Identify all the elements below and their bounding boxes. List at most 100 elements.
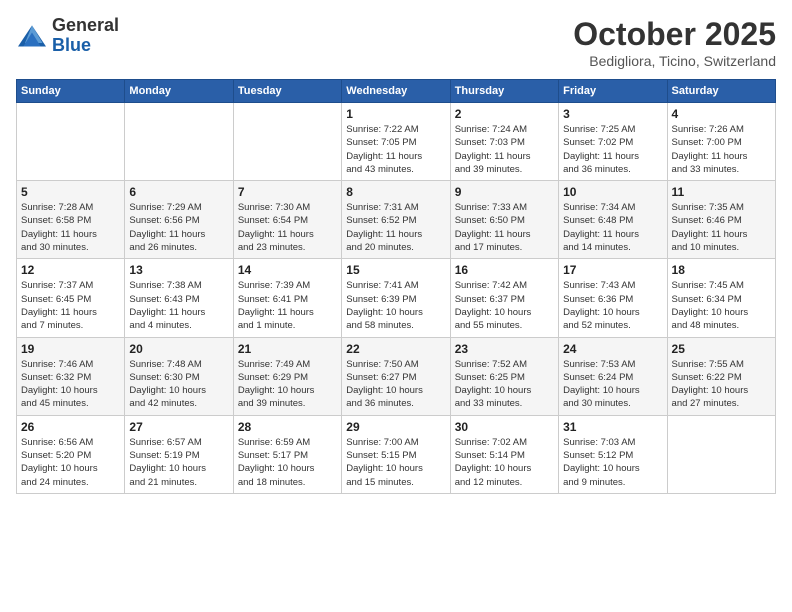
day-info: Sunrise: 7:48 AM Sunset: 6:30 PM Dayligh… [129, 358, 228, 411]
day-number: 28 [238, 420, 337, 434]
day-info: Sunrise: 7:33 AM Sunset: 6:50 PM Dayligh… [455, 201, 554, 254]
day-info: Sunrise: 7:30 AM Sunset: 6:54 PM Dayligh… [238, 201, 337, 254]
week-row-1: 1Sunrise: 7:22 AM Sunset: 7:05 PM Daylig… [17, 103, 776, 181]
day-info: Sunrise: 7:02 AM Sunset: 5:14 PM Dayligh… [455, 436, 554, 489]
day-info: Sunrise: 7:26 AM Sunset: 7:00 PM Dayligh… [672, 123, 771, 176]
day-info: Sunrise: 7:29 AM Sunset: 6:56 PM Dayligh… [129, 201, 228, 254]
day-number: 7 [238, 185, 337, 199]
calendar-cell: 27 Sunrise: 6:57 AM Sunset: 5:19 PM Dayli… [125, 415, 233, 493]
calendar-cell: 30 Sunrise: 7:02 AM Sunset: 5:14 PM Dayli… [450, 415, 558, 493]
day-info: Sunrise: 7:42 AM Sunset: 6:37 PM Dayligh… [455, 279, 554, 332]
day-number: 18 [672, 263, 771, 277]
weekday-header-wednesday: Wednesday [342, 80, 450, 103]
calendar-cell: 5 Sunrise: 7:28 AM Sunset: 6:58 PM Daylig… [17, 181, 125, 259]
logo-text: General Blue [52, 16, 119, 56]
calendar-cell: 24 Sunrise: 7:53 AM Sunset: 6:24 PM Dayli… [559, 337, 667, 415]
day-number: 31 [563, 420, 662, 434]
calendar-cell: 16Sunrise: 7:42 AM Sunset: 6:37 PM Dayli… [450, 259, 558, 337]
calendar-cell: 6 Sunrise: 7:29 AM Sunset: 6:56 PM Daylig… [125, 181, 233, 259]
calendar-cell: 10Sunrise: 7:34 AM Sunset: 6:48 PM Dayli… [559, 181, 667, 259]
weekday-header-thursday: Thursday [450, 80, 558, 103]
day-info: Sunrise: 6:56 AM Sunset: 5:20 PM Dayligh… [21, 436, 120, 489]
calendar-cell: 1Sunrise: 7:22 AM Sunset: 7:05 PM Daylig… [342, 103, 450, 181]
day-number: 8 [346, 185, 445, 199]
day-number: 13 [129, 263, 228, 277]
day-number: 21 [238, 342, 337, 356]
day-number: 14 [238, 263, 337, 277]
calendar-cell: 3Sunrise: 7:25 AM Sunset: 7:02 PM Daylig… [559, 103, 667, 181]
day-number: 24 [563, 342, 662, 356]
calendar-cell: 19Sunrise: 7:46 AM Sunset: 6:32 PM Dayli… [17, 337, 125, 415]
calendar-cell: 15 Sunrise: 7:41 AM Sunset: 6:39 PM Dayli… [342, 259, 450, 337]
calendar-cell: 2Sunrise: 7:24 AM Sunset: 7:03 PM Daylig… [450, 103, 558, 181]
day-number: 20 [129, 342, 228, 356]
day-info: Sunrise: 7:34 AM Sunset: 6:48 PM Dayligh… [563, 201, 662, 254]
calendar-cell: 25 Sunrise: 7:55 AM Sunset: 6:22 PM Dayli… [667, 337, 775, 415]
calendar-cell [125, 103, 233, 181]
day-info: Sunrise: 7:43 AM Sunset: 6:36 PM Dayligh… [563, 279, 662, 332]
day-number: 4 [672, 107, 771, 121]
day-info: Sunrise: 7:37 AM Sunset: 6:45 PM Dayligh… [21, 279, 120, 332]
day-info: Sunrise: 7:25 AM Sunset: 7:02 PM Dayligh… [563, 123, 662, 176]
calendar-cell [17, 103, 125, 181]
day-info: Sunrise: 7:28 AM Sunset: 6:58 PM Dayligh… [21, 201, 120, 254]
calendar-cell [233, 103, 341, 181]
day-info: Sunrise: 6:59 AM Sunset: 5:17 PM Dayligh… [238, 436, 337, 489]
weekday-header-sunday: Sunday [17, 80, 125, 103]
logo-icon [16, 22, 48, 50]
calendar-cell: 28 Sunrise: 6:59 AM Sunset: 5:17 PM Dayli… [233, 415, 341, 493]
day-info: Sunrise: 7:39 AM Sunset: 6:41 PM Dayligh… [238, 279, 337, 332]
day-number: 15 [346, 263, 445, 277]
logo-blue-text: Blue [52, 35, 91, 55]
day-number: 29 [346, 420, 445, 434]
day-number: 19 [21, 342, 120, 356]
weekday-row: SundayMondayTuesdayWednesdayThursdayFrid… [17, 80, 776, 103]
day-number: 1 [346, 107, 445, 121]
page-header: General Blue October 2025 Bedigliora, Ti… [16, 16, 776, 69]
day-info: Sunrise: 7:38 AM Sunset: 6:43 PM Dayligh… [129, 279, 228, 332]
day-number: 11 [672, 185, 771, 199]
day-info: Sunrise: 7:41 AM Sunset: 6:39 PM Dayligh… [346, 279, 445, 332]
day-info: Sunrise: 7:03 AM Sunset: 5:12 PM Dayligh… [563, 436, 662, 489]
day-info: Sunrise: 7:31 AM Sunset: 6:52 PM Dayligh… [346, 201, 445, 254]
weekday-header-monday: Monday [125, 80, 233, 103]
calendar-cell: 29 Sunrise: 7:00 AM Sunset: 5:15 PM Dayli… [342, 415, 450, 493]
month-title: October 2025 [573, 16, 776, 53]
day-info: Sunrise: 7:55 AM Sunset: 6:22 PM Dayligh… [672, 358, 771, 411]
calendar-cell: 4 Sunrise: 7:26 AM Sunset: 7:00 PM Daylig… [667, 103, 775, 181]
calendar-cell: 11 Sunrise: 7:35 AM Sunset: 6:46 PM Dayli… [667, 181, 775, 259]
day-number: 9 [455, 185, 554, 199]
week-row-2: 5 Sunrise: 7:28 AM Sunset: 6:58 PM Daylig… [17, 181, 776, 259]
day-info: Sunrise: 7:53 AM Sunset: 6:24 PM Dayligh… [563, 358, 662, 411]
calendar-header: SundayMondayTuesdayWednesdayThursdayFrid… [17, 80, 776, 103]
logo-general-text: General [52, 15, 119, 35]
calendar-cell: 12 Sunrise: 7:37 AM Sunset: 6:45 PM Dayli… [17, 259, 125, 337]
title-block: October 2025 Bedigliora, Ticino, Switzer… [573, 16, 776, 69]
day-info: Sunrise: 7:00 AM Sunset: 5:15 PM Dayligh… [346, 436, 445, 489]
calendar-cell: 26Sunrise: 6:56 AM Sunset: 5:20 PM Dayli… [17, 415, 125, 493]
day-number: 6 [129, 185, 228, 199]
day-number: 27 [129, 420, 228, 434]
day-number: 25 [672, 342, 771, 356]
day-number: 5 [21, 185, 120, 199]
day-info: Sunrise: 7:49 AM Sunset: 6:29 PM Dayligh… [238, 358, 337, 411]
day-info: Sunrise: 7:24 AM Sunset: 7:03 PM Dayligh… [455, 123, 554, 176]
calendar-cell: 18Sunrise: 7:45 AM Sunset: 6:34 PM Dayli… [667, 259, 775, 337]
calendar-cell: 9 Sunrise: 7:33 AM Sunset: 6:50 PM Daylig… [450, 181, 558, 259]
calendar-cell: 17Sunrise: 7:43 AM Sunset: 6:36 PM Dayli… [559, 259, 667, 337]
day-number: 23 [455, 342, 554, 356]
day-info: Sunrise: 7:52 AM Sunset: 6:25 PM Dayligh… [455, 358, 554, 411]
calendar-cell [667, 415, 775, 493]
calendar-cell: 14 Sunrise: 7:39 AM Sunset: 6:41 PM Dayli… [233, 259, 341, 337]
day-number: 12 [21, 263, 120, 277]
calendar-cell: 22Sunrise: 7:50 AM Sunset: 6:27 PM Dayli… [342, 337, 450, 415]
logo: General Blue [16, 16, 119, 56]
day-info: Sunrise: 6:57 AM Sunset: 5:19 PM Dayligh… [129, 436, 228, 489]
calendar-cell: 8 Sunrise: 7:31 AM Sunset: 6:52 PM Daylig… [342, 181, 450, 259]
day-info: Sunrise: 7:35 AM Sunset: 6:46 PM Dayligh… [672, 201, 771, 254]
day-number: 30 [455, 420, 554, 434]
calendar-cell: 21 Sunrise: 7:49 AM Sunset: 6:29 PM Dayli… [233, 337, 341, 415]
weekday-header-saturday: Saturday [667, 80, 775, 103]
calendar-cell: 13 Sunrise: 7:38 AM Sunset: 6:43 PM Dayli… [125, 259, 233, 337]
weekday-header-tuesday: Tuesday [233, 80, 341, 103]
